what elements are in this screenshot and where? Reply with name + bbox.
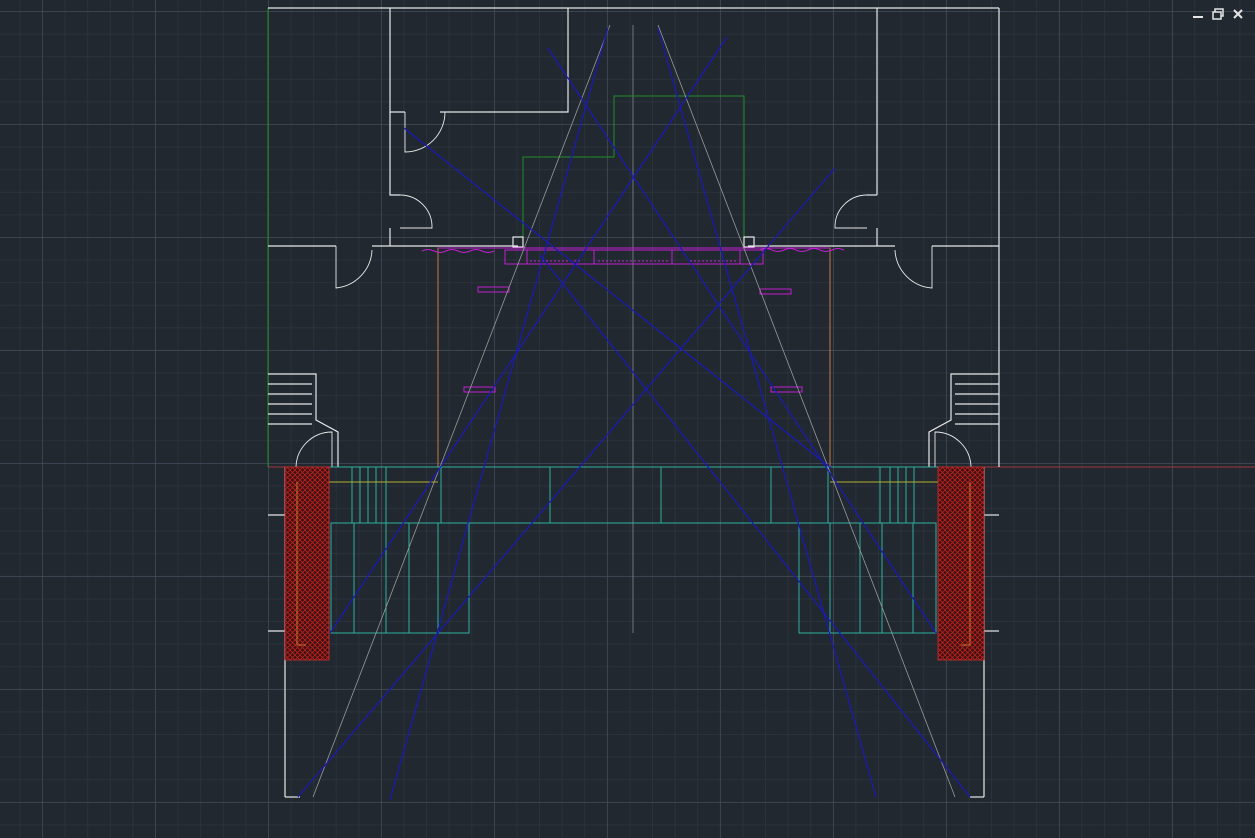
close-button[interactable] bbox=[1231, 7, 1245, 21]
cad-drawing bbox=[267, 7, 1255, 801]
window-controls bbox=[1191, 7, 1245, 21]
minimize-icon bbox=[1193, 16, 1203, 18]
gray-sightlines bbox=[312, 24, 956, 798]
seating-layer bbox=[330, 466, 938, 634]
stage-outline bbox=[437, 247, 831, 467]
close-icon bbox=[1233, 9, 1243, 19]
cad-model-viewport[interactable] bbox=[0, 0, 1255, 838]
restore-button[interactable] bbox=[1211, 7, 1225, 21]
minimize-button[interactable] bbox=[1191, 7, 1205, 21]
hatched-walls bbox=[284, 466, 985, 661]
green-outline-layer bbox=[267, 8, 745, 467]
blue-sightlines bbox=[297, 27, 971, 801]
walls-layer bbox=[268, 7, 1000, 798]
restore-icon bbox=[1212, 8, 1224, 20]
